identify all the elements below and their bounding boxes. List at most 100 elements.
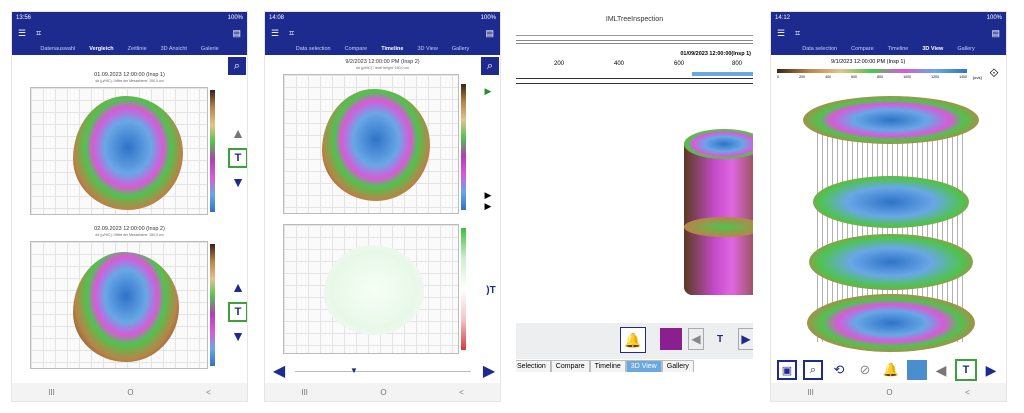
rotate-gizmo-icon[interactable]: ⟐ [985, 64, 1003, 82]
tab-gallery[interactable]: Gallery [661, 360, 694, 372]
plot2-title: 02.09.2023 12:00:00 (Insp 2) [94, 226, 165, 232]
velocity-scale-labels: 0 200 400 600 800 1000 1200 1400 [777, 75, 967, 79]
colorbar-1 [461, 84, 466, 210]
compass-icon[interactable]: ⊘ [855, 360, 875, 380]
recents-button[interactable]: III [301, 388, 308, 397]
next-button[interactable]: ▶ [738, 328, 753, 350]
rotate-icon[interactable]: ⟲ [829, 360, 849, 380]
bottom-tab-strip: Selection Compare Timeline 3D View Galle… [516, 360, 694, 372]
export-icon[interactable]: ▤ [991, 28, 1000, 39]
tab-timeline[interactable]: Timeline [381, 46, 403, 52]
tab-datenauswahl[interactable]: Datenauswahl [40, 46, 75, 52]
tab-compare[interactable]: Compare [345, 46, 368, 52]
up-arrow-icon-2[interactable]: ▲ [227, 279, 247, 295]
zoom-button[interactable]: ⌕ [803, 360, 823, 380]
panel-compare-de: 13:56 100% ☰ ⌗ ▤ Datenauswahl Vergleich Z… [11, 11, 248, 402]
bell-icon[interactable]: 🔔 [881, 360, 901, 380]
save-button[interactable]: ▣ [777, 360, 797, 380]
recents-button[interactable]: III [48, 388, 55, 397]
timeline-marker-black-2[interactable]: ▶ [483, 201, 493, 211]
tab-gallery[interactable]: Gallery [957, 46, 974, 52]
plot1-title: 9/2/2023 12:00:00 PM (Insp 2) [345, 59, 420, 65]
scale-label: 600 [851, 75, 857, 79]
tab-compare[interactable]: Compare [550, 360, 590, 372]
status-time: 14:12 [775, 14, 791, 21]
cylinder-mid-slice [684, 217, 753, 237]
next-button[interactable]: ▶ [983, 360, 999, 380]
export-icon[interactable]: ▤ [232, 28, 241, 39]
timeline-slider-track[interactable] [295, 371, 471, 372]
status-battery: 100% [480, 14, 496, 21]
scale-label: 0 [777, 75, 779, 79]
tomograph-t-button[interactable]: T [228, 148, 247, 168]
tab-3d-view[interactable]: 3D View [625, 360, 662, 372]
color-swatch-button[interactable] [907, 360, 927, 380]
plot2-subtitle: dd (μ/HIC) / Mitte der Messebene: 150,0 … [95, 233, 164, 237]
tab-data-selection[interactable]: Data selection [802, 46, 837, 52]
tomograph-t-icon[interactable]: T [711, 331, 729, 347]
tab-galerie[interactable]: Galerie [201, 46, 219, 52]
ruler-selection[interactable] [692, 72, 753, 76]
scale-label: 1400 [959, 75, 967, 79]
up-arrow-icon[interactable]: ▲ [227, 125, 247, 141]
bell-button[interactable]: 🔔 [620, 327, 646, 353]
home-button[interactable]: O [380, 388, 386, 397]
tomograph-t-button-2[interactable]: T [228, 302, 247, 322]
timeline-slider-thumb[interactable]: ▼ [349, 366, 359, 375]
status-bar: 14:12 100% [771, 12, 1006, 23]
android-nav-bar: III O < [771, 383, 1006, 401]
tab-3d-view[interactable]: 3D View [417, 46, 437, 52]
back-button[interactable]: < [459, 388, 464, 397]
scale-label: 800 [877, 75, 884, 79]
down-arrow-icon[interactable]: ▼ [227, 174, 247, 190]
toolbar-strip [516, 40, 753, 44]
app-bar: ☰ ⌗ ▤ [265, 23, 500, 43]
menu-icon[interactable]: ☰ [18, 28, 26, 39]
timestamp-label: 01/09/2023 12:00:00(Insp 1) [680, 51, 751, 57]
cylinder-top-slice [684, 129, 753, 159]
tab-timeline[interactable]: Timeline [888, 46, 909, 52]
tab-vergleich[interactable]: Vergleich [89, 46, 113, 52]
tab-zeitlinie[interactable]: Zeitlinie [128, 46, 147, 52]
tomogram-outer [73, 96, 183, 210]
tab-3d-view[interactable]: 3D View [922, 46, 943, 52]
plot1-subtitle: dd (μ/HIC) / level height: 150,0 cm [355, 66, 410, 70]
tab-gallery[interactable]: Gallery [452, 46, 469, 52]
recents-button[interactable]: III [807, 388, 814, 397]
tab-3d-ansicht[interactable]: 3D Ansicht [161, 46, 187, 52]
slice-2 [813, 176, 969, 228]
export-icon[interactable]: ▤ [485, 28, 494, 39]
tree-logo-icon: ⌗ [36, 27, 42, 38]
down-arrow-icon-2[interactable]: ▼ [227, 328, 247, 344]
timeline-marker-black-1[interactable]: ▶ [483, 190, 493, 200]
top-divider [516, 35, 753, 36]
tomograph-signal-icon[interactable]: )T [481, 282, 500, 298]
plot1-subtitle: dd (μ/HIC) / Mitte der Messebene: 150,0 … [95, 79, 164, 83]
color-swatch-button[interactable] [660, 328, 682, 350]
difference-blob [324, 245, 424, 335]
app-bar: ☰ ⌗ ▤ [12, 23, 247, 43]
android-nav-bar: III O < [265, 383, 500, 401]
timeline-prev-button[interactable]: ◀ [271, 361, 287, 381]
tab-selection[interactable]: Selection [516, 360, 551, 372]
window-title: IMLTreeInspection [605, 16, 664, 23]
back-button[interactable]: < [965, 388, 970, 397]
status-time: 13:56 [16, 14, 32, 21]
back-button[interactable]: < [206, 388, 211, 397]
timeline-next-button[interactable]: ▶ [481, 361, 497, 381]
tab-data-selection[interactable]: Data selection [296, 46, 331, 52]
scale-unit: [m/s] [973, 75, 982, 80]
menu-icon[interactable]: ☰ [271, 28, 279, 39]
tab-timeline[interactable]: Timeline [589, 360, 626, 372]
panel-timeline: 14:08 100% ☰ ⌗ ▤ Data selection Compare T… [264, 11, 501, 402]
tomograph-t-button[interactable]: T [955, 359, 977, 381]
tab-bar: Data selection Compare Timeline 3D View … [771, 43, 1006, 55]
timeline-marker-green[interactable]: ▶ [483, 86, 493, 96]
status-battery: 100% [227, 14, 243, 21]
tab-compare[interactable]: Compare [851, 46, 874, 52]
home-button[interactable]: O [127, 388, 133, 397]
home-button[interactable]: O [886, 388, 892, 397]
prev-button[interactable]: ◀ [688, 328, 704, 350]
menu-icon[interactable]: ☰ [777, 28, 785, 39]
prev-button[interactable]: ◀ [933, 360, 949, 380]
